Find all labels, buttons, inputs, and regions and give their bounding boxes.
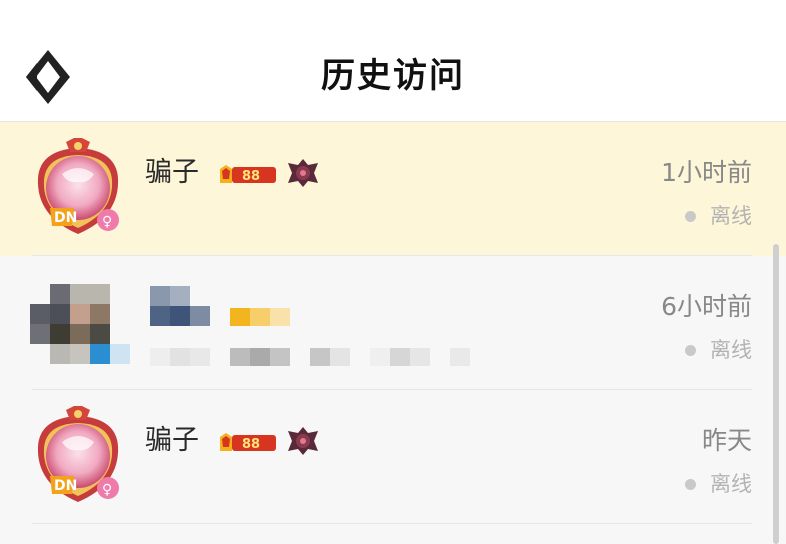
visit-time: 昨天 xyxy=(701,426,752,455)
scrollbar[interactable] xyxy=(773,244,779,544)
status-dot-icon xyxy=(685,344,696,356)
svg-text:88: 88 xyxy=(242,169,260,184)
page-title: 历史访问 xyxy=(321,56,465,96)
svg-text:DN: DN xyxy=(54,478,77,494)
status-label: 离线 xyxy=(710,204,752,228)
online-status: 离线 xyxy=(685,336,752,364)
online-status: 离线 xyxy=(685,470,752,498)
user-avatar[interactable]: DN ♀ xyxy=(28,406,128,508)
visitor-name: 骗子 xyxy=(145,425,199,456)
online-status: 离线 xyxy=(685,202,752,230)
row-divider xyxy=(32,523,752,524)
visit-time: 6小时前 xyxy=(661,292,752,321)
visitor-row[interactable]: DN ♀ 骗子 88 昨天 离线 xyxy=(0,390,786,524)
status-dot-icon xyxy=(685,478,696,490)
svg-text:88: 88 xyxy=(242,437,260,452)
rank-emblem-icon xyxy=(288,427,318,455)
rank-emblem-icon xyxy=(288,159,318,187)
vip-level-badge: 88 xyxy=(220,165,276,184)
header-bar: 历史访问 xyxy=(0,0,786,122)
visitor-row[interactable]: DN ♀ 骗子 88 1小时前 离线 xyxy=(0,122,786,256)
svg-text:DN: DN xyxy=(54,210,77,226)
vip-level-badge: 88 xyxy=(220,433,276,452)
visitor-row[interactable]: 6小时前 离线 xyxy=(0,256,786,390)
svg-text:♀: ♀ xyxy=(102,214,112,230)
status-label: 离线 xyxy=(710,338,752,362)
visitor-list: DN ♀ 骗子 88 1小时前 离线 6小时前 离线 DN ♀ 骗子 88 昨天… xyxy=(0,122,786,540)
svg-text:♀: ♀ xyxy=(102,482,112,498)
user-avatar[interactable]: DN ♀ xyxy=(28,138,128,240)
visit-time: 1小时前 xyxy=(661,158,752,187)
visitor-name: 骗子 xyxy=(145,157,199,188)
status-dot-icon xyxy=(685,210,696,222)
status-label: 离线 xyxy=(710,472,752,496)
